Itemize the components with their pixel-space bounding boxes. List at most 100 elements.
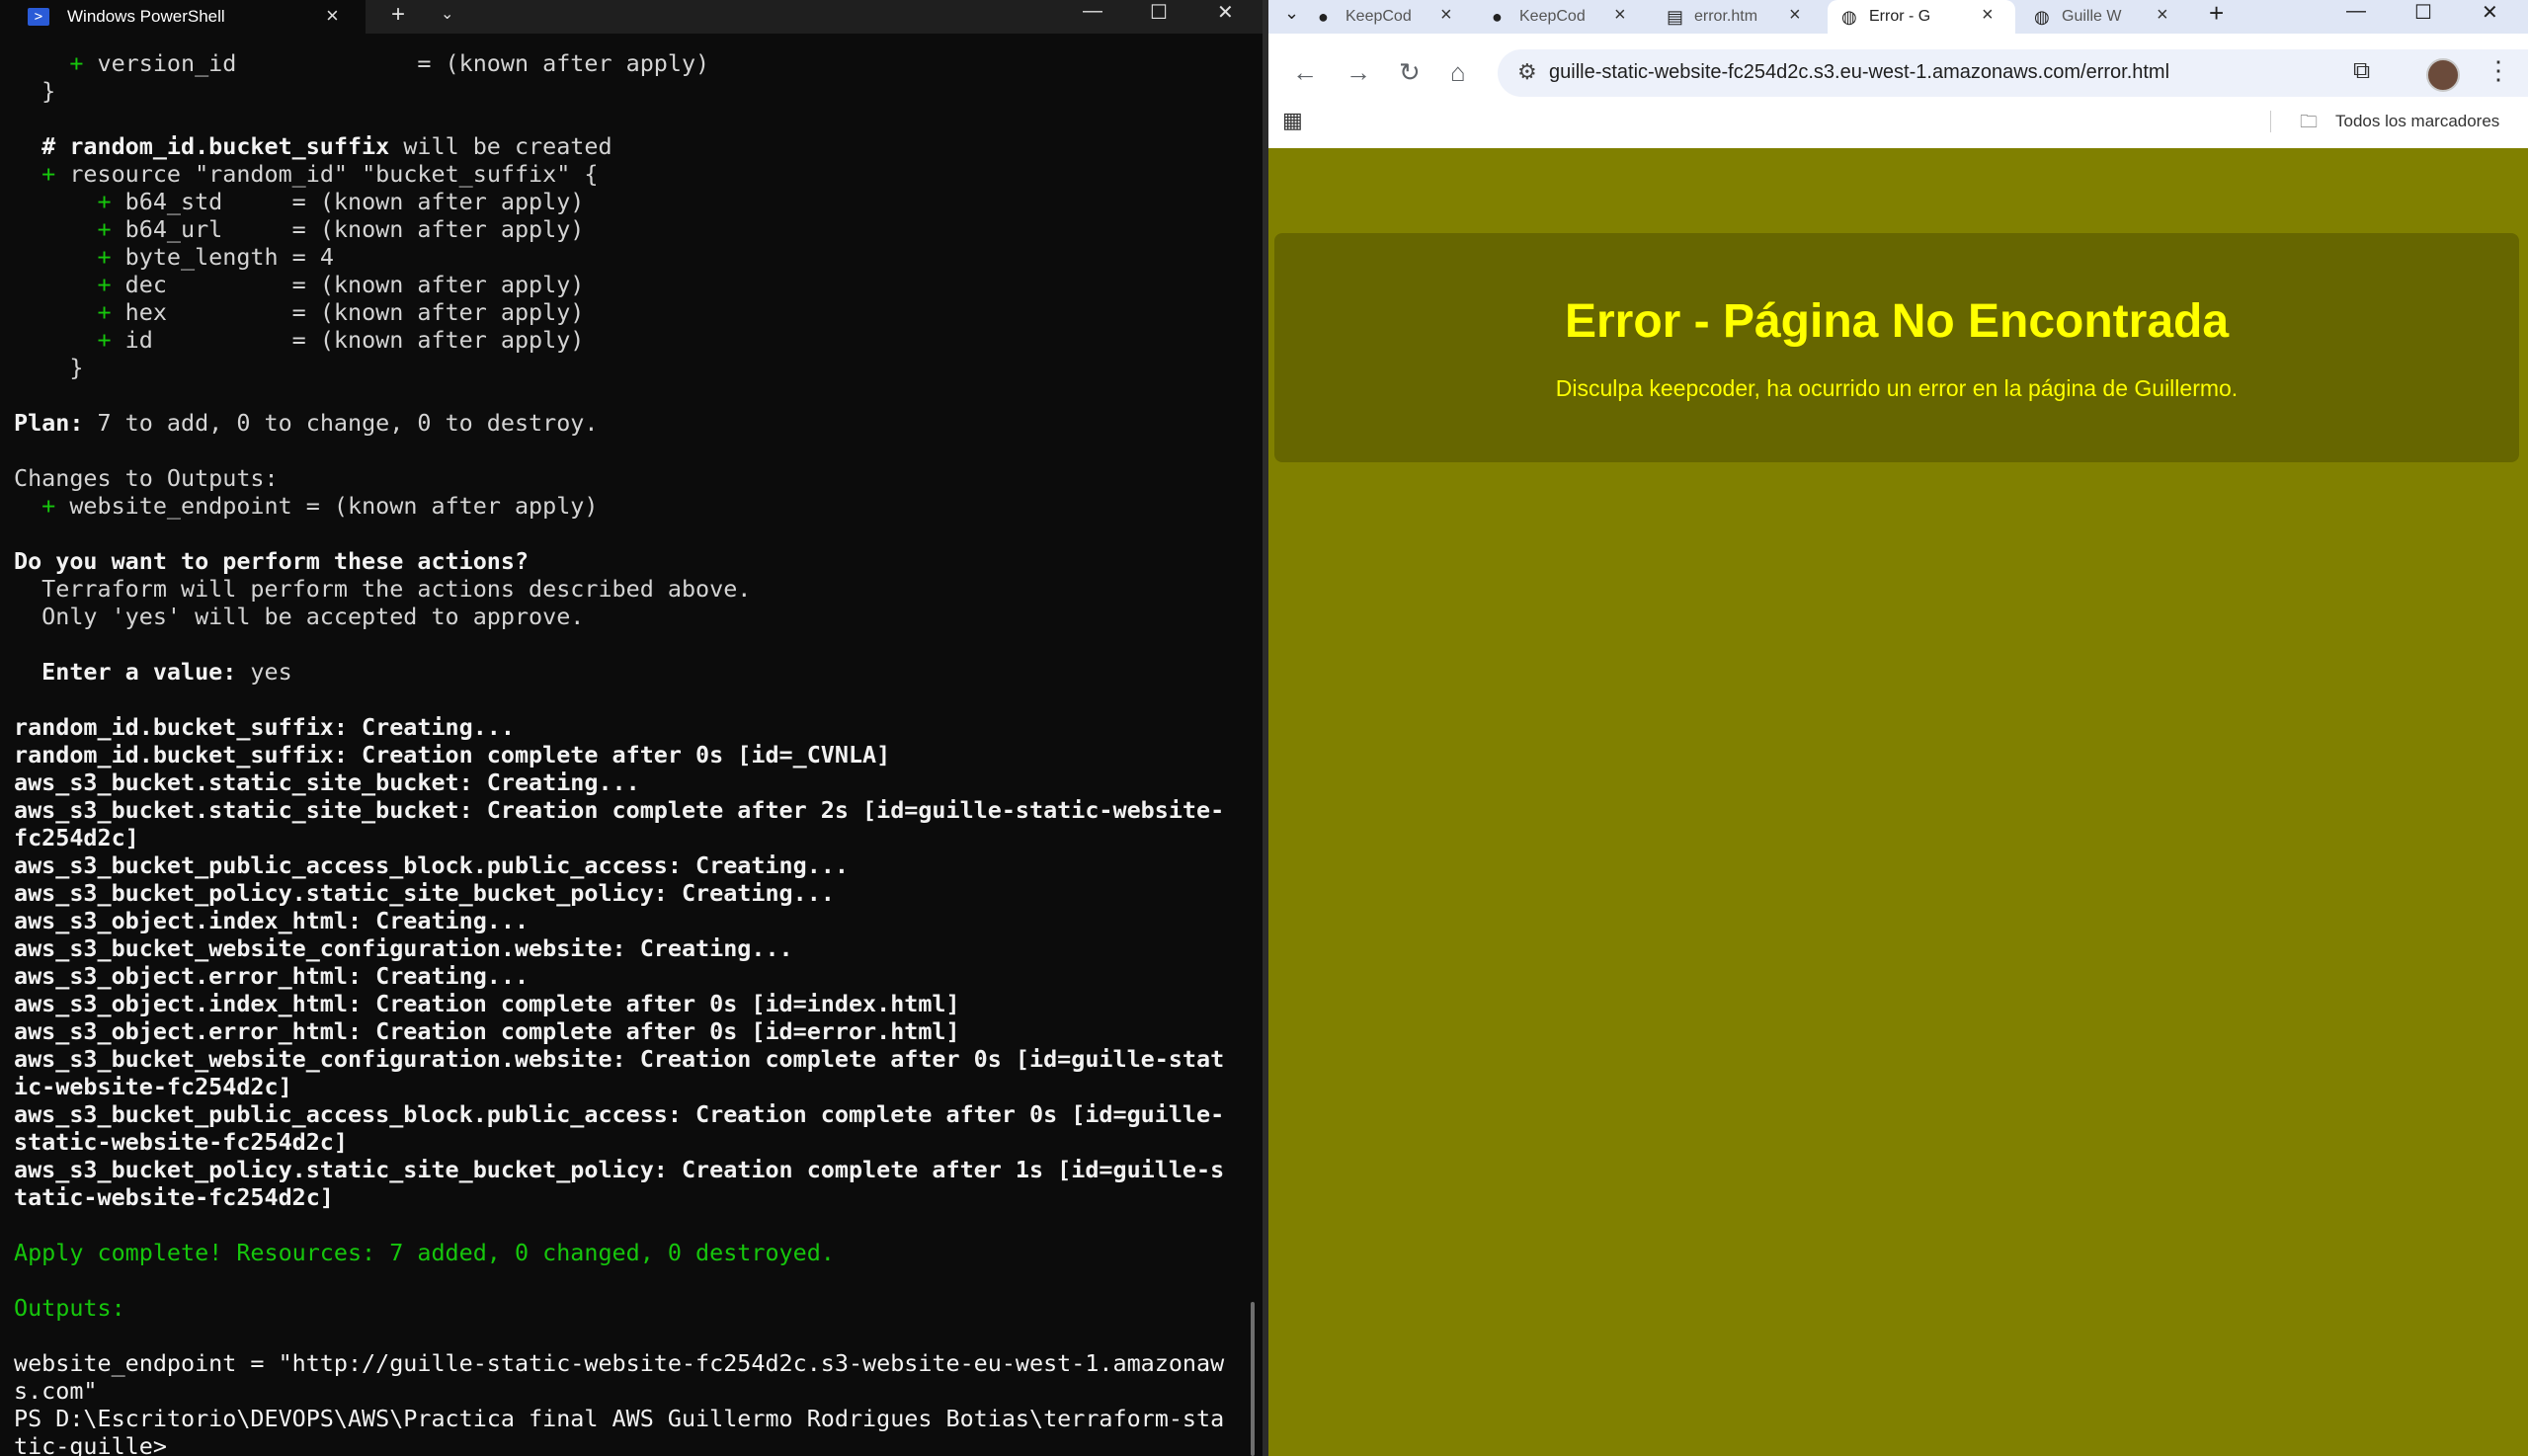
powershell-tab-title: Windows PowerShell <box>67 7 225 26</box>
browser-tab[interactable]: ● KeepCod × <box>1478 0 1648 34</box>
terminal-text: aws_s3_bucket_public_access_block.public… <box>14 1100 1225 1128</box>
terminal-text: fc254d2c] <box>14 824 139 851</box>
terminal-output[interactable]: + version_id = (known after apply) } # r… <box>14 49 1249 1456</box>
terminal-text: + <box>14 188 125 215</box>
close-window-button[interactable]: ✕ <box>2482 0 2498 25</box>
close-tab-icon[interactable]: × <box>1789 4 1801 27</box>
terminal-line: Apply complete! Resources: 7 added, 0 ch… <box>14 1239 1249 1266</box>
terminal-text: aws_s3_bucket.static_site_bucket: Creati… <box>14 796 1225 824</box>
terminal-text: version_id = (known after apply) <box>97 49 710 77</box>
terminal-text: + <box>14 243 125 271</box>
terminal-line: Enter a value: yes <box>14 658 1249 686</box>
terminal-scrollbar[interactable] <box>1251 1302 1255 1456</box>
powershell-icon: > <box>28 8 49 26</box>
bookmarks-separator <box>2270 111 2271 132</box>
terminal-line: + byte_length = 4 <box>14 243 1249 271</box>
terminal-text: + <box>14 492 70 520</box>
address-bar[interactable]: ⚙ guille-static-website-fc254d2c.s3.eu-w… <box>1498 49 2528 97</box>
powershell-tab[interactable]: > Windows PowerShell × <box>0 0 366 34</box>
terminal-line: Terraform will perform the actions descr… <box>14 575 1249 603</box>
url-text[interactable]: guille-static-website-fc254d2c.s3.eu-wes… <box>1549 61 2169 84</box>
close-window-button[interactable]: ✕ <box>1217 0 1234 25</box>
browser-tab[interactable]: ▤ error.htm × <box>1653 0 1823 34</box>
close-tab-icon[interactable]: × <box>326 3 339 29</box>
terminal-text: + <box>14 215 125 243</box>
terminal-text: + <box>14 49 98 77</box>
terminal-text: tatic-website-fc254d2c] <box>14 1183 334 1211</box>
terminal-line: Changes to Outputs: <box>14 464 1249 492</box>
terminal-text: PS D:\Escritorio\DEVOPS\AWS\Practica fin… <box>14 1405 1225 1432</box>
menu-icon[interactable]: ⋮ <box>2486 55 2511 86</box>
terminal-text: aws_s3_bucket_public_access_block.public… <box>14 851 849 879</box>
terminal-text: ic-website-fc254d2c] <box>14 1073 292 1100</box>
powershell-window: > Windows PowerShell × + ⌄ — ☐ ✕ + versi… <box>0 0 1263 1456</box>
back-button[interactable]: ← <box>1292 57 1318 88</box>
globe-icon: ◍ <box>2034 7 2050 27</box>
all-bookmarks-link[interactable]: Todos los marcadores <box>2335 112 2499 131</box>
terminal-text: dec = (known after apply) <box>124 271 585 298</box>
home-button[interactable]: ⌂ <box>1450 57 1466 88</box>
terminal-line: PS D:\Escritorio\DEVOPS\AWS\Practica fin… <box>14 1405 1249 1432</box>
browser-tab-label: KeepCod <box>1346 8 1412 25</box>
terminal-line: aws_s3_bucket_website_configuration.webs… <box>14 934 1249 962</box>
forward-button[interactable]: → <box>1346 57 1371 88</box>
terminal-line: fc254d2c] <box>14 824 1249 851</box>
extensions-icon[interactable]: ⧉ <box>2353 57 2370 85</box>
browser-tab[interactable]: ◍ Error - G × <box>1828 0 2015 34</box>
terminal-text: b64_std = (known after apply) <box>124 188 585 215</box>
avatar[interactable] <box>2426 58 2460 92</box>
terminal-line: website_endpoint = "http://guille-static… <box>14 1349 1249 1377</box>
terminal-text: aws_s3_object.index_html: Creating... <box>14 907 530 934</box>
terminal-line: aws_s3_object.index_html: Creation compl… <box>14 990 1249 1017</box>
reload-button[interactable]: ↻ <box>1399 57 1421 88</box>
terminal-text: Plan: <box>14 409 84 437</box>
new-tab-button[interactable]: + <box>2209 0 2224 29</box>
site-info-icon[interactable]: ⚙ <box>1517 59 1537 85</box>
maximize-button[interactable]: ☐ <box>2414 0 2432 25</box>
terminal-text: random_id.bucket_suffix: Creating... <box>14 713 515 741</box>
github-icon: ● <box>1492 7 1503 27</box>
terminal-text: + <box>14 160 70 188</box>
browser-tab[interactable]: ◍ Guille W × <box>2020 0 2190 34</box>
terminal-text: id = (known after apply) <box>124 326 585 354</box>
terminal-text: aws_s3_object.error_html: Creation compl… <box>14 1017 960 1045</box>
chevron-down-icon[interactable]: ⌄ <box>441 4 453 24</box>
apps-grid-icon[interactable]: ▦ <box>1282 108 1303 133</box>
new-tab-button[interactable]: + <box>391 1 405 29</box>
terminal-line: tic-guille> <box>14 1432 1249 1456</box>
github-icon: ● <box>1318 7 1329 27</box>
terminal-line: tatic-website-fc254d2c] <box>14 1183 1249 1211</box>
terminal-line: Outputs: <box>14 1294 1249 1322</box>
terminal-text: # random_id.bucket_suffix <box>14 132 390 160</box>
browser-tab[interactable]: ● KeepCod × <box>1304 0 1474 34</box>
close-tab-icon[interactable]: × <box>1614 4 1626 27</box>
minimize-button[interactable]: — <box>1083 0 1102 23</box>
close-tab-icon[interactable]: × <box>1440 4 1452 27</box>
terminal-line: random_id.bucket_suffix: Creating... <box>14 713 1249 741</box>
terminal-line: } <box>14 354 1249 381</box>
terminal-line: + b64_url = (known after apply) <box>14 215 1249 243</box>
maximize-button[interactable]: ☐ <box>1150 0 1168 25</box>
terminal-text: Only 'yes' will be accepted to approve. <box>14 603 585 630</box>
terminal-line: Only 'yes' will be accepted to approve. <box>14 603 1249 630</box>
terminal-line: static-website-fc254d2c] <box>14 1128 1249 1156</box>
terminal-text: website_endpoint = "http://guille-static… <box>14 1349 1225 1377</box>
minimize-button[interactable]: — <box>2346 0 2366 23</box>
terminal-text: Do you want to perform these actions? <box>14 547 530 575</box>
terminal-text: byte_length = 4 <box>124 243 334 271</box>
file-icon: ▤ <box>1667 7 1684 27</box>
close-tab-icon[interactable]: × <box>2157 4 2168 27</box>
close-tab-icon[interactable]: × <box>1982 4 1994 27</box>
terminal-text: yes <box>236 658 292 686</box>
globe-icon: ◍ <box>1841 7 1857 27</box>
terminal-text: s.com" <box>14 1377 98 1405</box>
error-card: Error - Página No Encontrada Disculpa ke… <box>1274 233 2519 462</box>
terminal-text: aws_s3_object.error_html: Creating... <box>14 962 530 990</box>
terminal-line: aws_s3_bucket.static_site_bucket: Creati… <box>14 796 1249 824</box>
terminal-line: + website_endpoint = (known after apply) <box>14 492 1249 520</box>
